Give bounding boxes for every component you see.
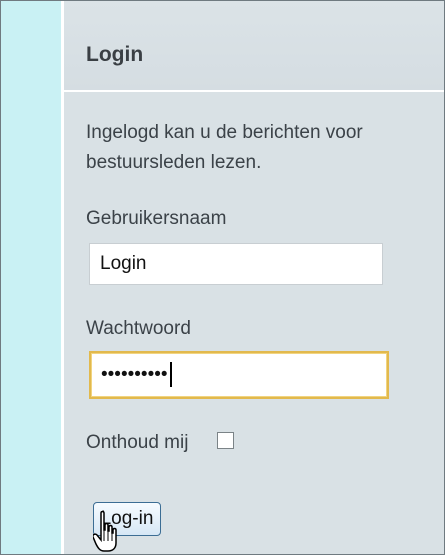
hand-pointer-icon [93, 511, 117, 552]
remember-me-label: Onthoud mij [86, 432, 189, 453]
password-label: Wachtwoord [86, 318, 191, 339]
password-input[interactable]: •••••••••• [89, 351, 389, 399]
login-window: Login Ingelogd kan u de berichten voor b… [0, 0, 445, 555]
text-caret [169, 362, 172, 388]
password-mask: •••••••••• [101, 364, 168, 385]
login-description: Ingelogd kan u de berichten voor bestuur… [86, 122, 363, 173]
page-title: Login [86, 43, 144, 66]
remember-me-checkbox[interactable] [217, 432, 234, 449]
left-accent-strip [1, 1, 61, 554]
login-panel: Login Ingelogd kan u de berichten voor b… [61, 1, 444, 554]
username-input[interactable]: Login [89, 243, 383, 285]
login-header: Login [64, 1, 444, 92]
username-label: Gebruikersnaam [86, 208, 227, 229]
